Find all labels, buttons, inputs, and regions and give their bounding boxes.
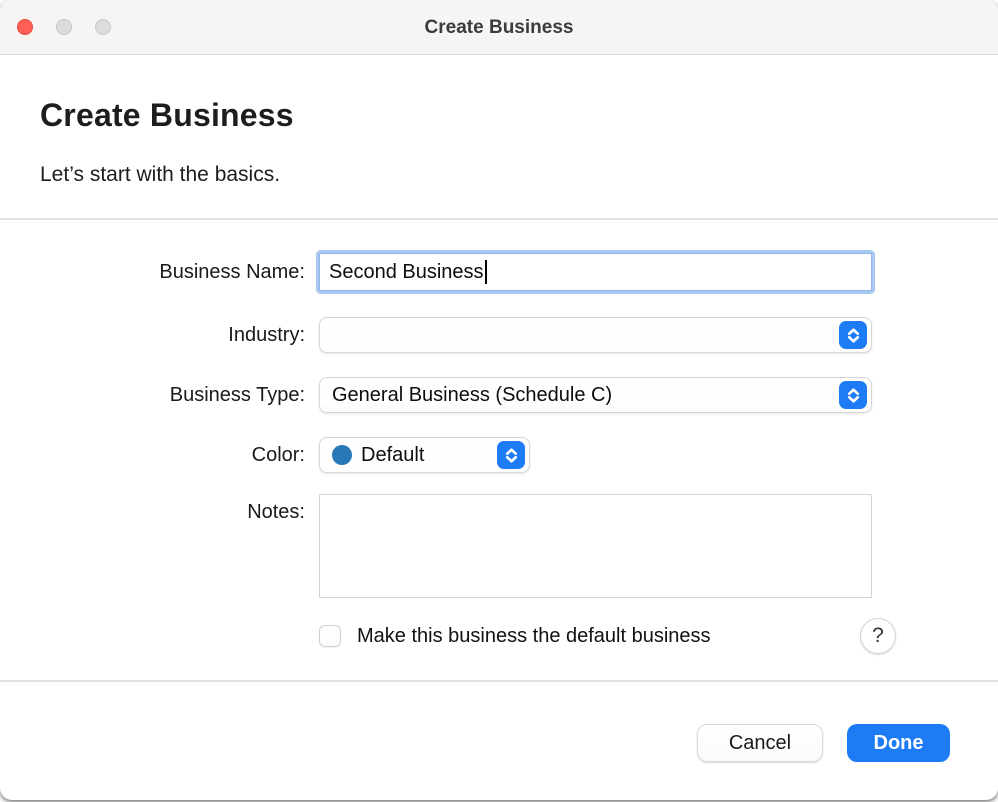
- business-type-label: Business Type:: [0, 376, 305, 414]
- up-down-chevrons-icon: [845, 327, 862, 344]
- help-button[interactable]: ?: [860, 618, 896, 654]
- business-type-popup[interactable]: General Business (Schedule C): [319, 377, 872, 413]
- make-default-checkbox[interactable]: [319, 625, 341, 647]
- business-name-input[interactable]: Second Business: [319, 253, 872, 291]
- page-title: Create Business: [40, 97, 294, 134]
- done-button[interactable]: Done: [847, 724, 950, 762]
- up-down-chevrons-icon: [503, 447, 520, 464]
- business-type-stepper-button[interactable]: [839, 381, 867, 409]
- color-popup[interactable]: Default: [319, 437, 530, 473]
- business-name-value: Second Business: [329, 261, 484, 284]
- cancel-button-label: Cancel: [729, 732, 791, 755]
- notes-textarea[interactable]: [319, 494, 872, 598]
- text-caret: [485, 260, 487, 284]
- question-mark-icon: ?: [872, 624, 884, 648]
- page-subtitle: Let’s start with the basics.: [40, 163, 280, 187]
- business-name-label: Business Name:: [0, 253, 305, 291]
- color-value: Default: [361, 444, 424, 467]
- industry-label: Industry:: [0, 316, 305, 354]
- notes-label: Notes:: [0, 497, 305, 527]
- titlebar[interactable]: Create Business: [0, 0, 998, 55]
- cancel-button[interactable]: Cancel: [697, 724, 823, 762]
- color-label: Color:: [0, 436, 305, 474]
- business-type-value: General Business (Schedule C): [332, 384, 612, 407]
- footer-divider: [0, 680, 998, 682]
- industry-stepper-button[interactable]: [839, 321, 867, 349]
- create-business-dialog: Create Business Create Business Let’s st…: [0, 0, 998, 800]
- done-button-label: Done: [874, 732, 924, 755]
- industry-combobox[interactable]: [319, 317, 872, 353]
- make-default-row: Make this business the default business: [319, 618, 711, 654]
- header-divider: [0, 218, 998, 220]
- make-default-label[interactable]: Make this business the default business: [357, 625, 711, 648]
- color-stepper-button[interactable]: [497, 441, 525, 469]
- up-down-chevrons-icon: [845, 387, 862, 404]
- color-swatch-dot-icon: [332, 445, 352, 465]
- window-title: Create Business: [0, 0, 998, 55]
